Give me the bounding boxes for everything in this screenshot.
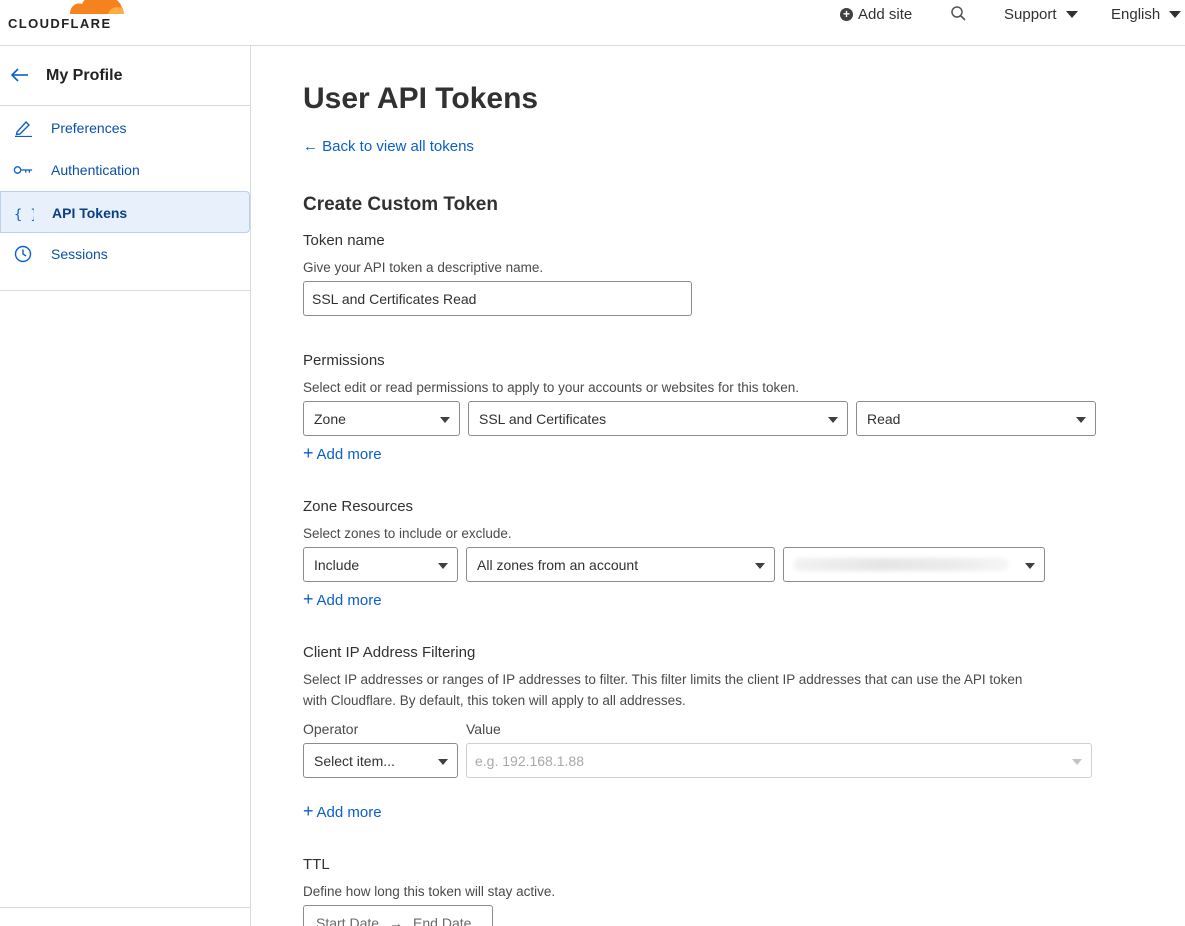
end-date-placeholder: End Date: [413, 914, 472, 926]
permission-group-select[interactable]: SSL and Certificates: [468, 401, 848, 436]
pencil-icon: [15, 120, 32, 137]
select-value: Read: [867, 410, 901, 427]
ip-filtering-help: Select IP addresses or ranges of IP addr…: [303, 669, 1022, 711]
permission-level-select[interactable]: Read: [856, 401, 1096, 436]
select-value: SSL and Certificates: [479, 410, 607, 427]
permissions-label: Permissions: [303, 352, 385, 369]
plus-icon: +: [303, 443, 314, 463]
sidebar-item-sessions[interactable]: Sessions: [0, 233, 250, 275]
cloud-logo-icon: [70, 0, 124, 14]
chevron-down-icon: [438, 759, 448, 765]
braces-icon: { }: [14, 206, 34, 222]
add-site-button[interactable]: + Add site: [840, 6, 912, 23]
ip-filtering-help-line: with Cloudflare. By default, this token …: [303, 693, 686, 708]
sidebar-divider: [0, 290, 250, 291]
chevron-down-icon: [1025, 563, 1035, 569]
back-link-label: Back to view all tokens: [322, 138, 474, 155]
account-select[interactable]: [783, 547, 1045, 582]
language-label: English: [1111, 6, 1161, 23]
token-name-input[interactable]: SSL and Certificates Read: [303, 281, 692, 316]
page-title: User API Tokens: [303, 82, 539, 115]
ttl-help: Define how long this token will stay act…: [303, 884, 556, 899]
sidebar-title: My Profile: [46, 67, 123, 84]
zone-target-select[interactable]: All zones from an account: [466, 547, 775, 582]
ip-filtering-help-line: Select IP addresses or ranges of IP addr…: [303, 672, 1023, 687]
sidebar-nav: Preferences Authentication { } API Token…: [0, 107, 250, 275]
operator-label: Operator: [303, 721, 359, 737]
zone-resources-help: Select zones to include or exclude.: [303, 526, 512, 541]
sidebar-item-api-tokens[interactable]: { } API Tokens: [0, 191, 250, 233]
permission-scope-select[interactable]: Zone: [303, 401, 460, 436]
chevron-down-icon: [1169, 11, 1182, 18]
search-icon: [951, 6, 966, 21]
value-label: Value: [466, 721, 501, 737]
chevron-down-icon: [440, 417, 450, 423]
token-name-help: Give your API token a descriptive name.: [303, 260, 544, 275]
sidebar-divider: [0, 907, 250, 908]
arrow-left-icon: ←: [303, 138, 318, 155]
top-navigation-bar: CLOUDFLARE + Add site Support English: [0, 0, 1185, 46]
sidebar-header: My Profile: [0, 46, 250, 106]
sidebar-item-label: Sessions: [51, 246, 108, 262]
redacted-account-name: [794, 558, 1009, 571]
chevron-down-icon: [1076, 417, 1086, 423]
permissions-help: Select edit or read permissions to apply…: [303, 380, 799, 395]
sidebar-item-label: Preferences: [51, 120, 127, 136]
operator-select[interactable]: Select item...: [303, 743, 458, 778]
token-name-label: Token name: [303, 232, 385, 249]
brand-wordmark: CLOUDFLARE: [8, 16, 112, 31]
support-menu[interactable]: Support: [1004, 6, 1078, 23]
section-title: Create Custom Token: [303, 194, 498, 215]
plus-circle-icon: +: [840, 8, 853, 21]
add-more-zone-resources-link[interactable]: + Add more: [303, 589, 382, 610]
ip-filtering-label: Client IP Address Filtering: [303, 644, 476, 661]
ip-value-placeholder: e.g. 192.168.1.88: [475, 752, 584, 769]
language-menu[interactable]: English: [1111, 6, 1182, 23]
add-more-permissions-link[interactable]: + Add more: [303, 443, 382, 464]
add-site-label: Add site: [858, 6, 913, 23]
chevron-down-icon: [828, 417, 838, 423]
plus-icon: +: [303, 589, 314, 609]
zone-resources-label: Zone Resources: [303, 498, 414, 515]
add-more-label: Add more: [316, 446, 382, 463]
start-date-placeholder: Start Date: [316, 914, 380, 926]
chevron-down-icon: [755, 563, 765, 569]
support-label: Support: [1004, 6, 1057, 23]
sidebar: My Profile Preferences Authentication { …: [0, 46, 251, 926]
add-more-label: Add more: [316, 804, 382, 821]
key-icon: [13, 166, 33, 174]
chevron-down-icon: [1065, 11, 1078, 18]
sidebar-item-preferences[interactable]: Preferences: [0, 107, 250, 149]
sidebar-item-label: Authentication: [51, 162, 140, 178]
ttl-label: TTL: [303, 856, 330, 873]
token-name-value: SSL and Certificates Read: [312, 290, 477, 307]
select-value: All zones from an account: [477, 556, 639, 573]
clock-icon: [14, 245, 32, 263]
svg-text:{ }: { }: [14, 206, 34, 222]
add-more-label: Add more: [316, 592, 382, 609]
sidebar-item-label: API Tokens: [52, 205, 128, 221]
arrow-left-icon[interactable]: [10, 65, 30, 85]
cloudflare-logo[interactable]: CLOUDFLARE: [8, 0, 124, 34]
select-value: Select item...: [314, 752, 395, 769]
ip-value-select[interactable]: e.g. 192.168.1.88: [466, 743, 1092, 778]
add-more-ip-filter-link[interactable]: + Add more: [303, 801, 382, 822]
sidebar-item-authentication[interactable]: Authentication: [0, 149, 250, 191]
chevron-down-icon: [438, 563, 448, 569]
select-value: Include: [314, 556, 360, 573]
search-button[interactable]: [950, 5, 968, 23]
chevron-down-icon: [1072, 759, 1082, 765]
arrow-right-icon: →: [389, 914, 404, 926]
ttl-date-range-picker[interactable]: Start Date → End Date: [303, 905, 493, 926]
back-to-tokens-link[interactable]: ← Back to view all tokens: [303, 138, 474, 155]
zone-mode-select[interactable]: Include: [303, 547, 458, 582]
plus-icon: +: [303, 801, 314, 821]
select-value: Zone: [314, 410, 346, 427]
